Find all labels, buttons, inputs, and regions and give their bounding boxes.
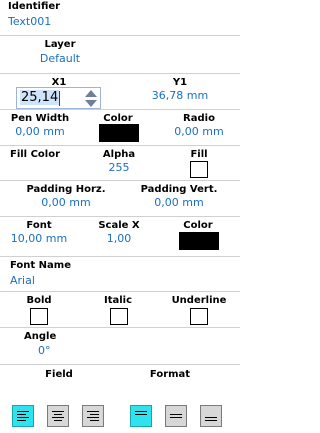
spin-down-icon[interactable] (85, 100, 97, 107)
layer-label: Layer (44, 39, 76, 50)
color-swatch[interactable] (99, 124, 139, 142)
font-name-label: Font Name (10, 260, 71, 271)
position-section (0, 73, 240, 74)
padding-section (0, 180, 240, 181)
align-top-button[interactable] (130, 405, 152, 427)
align-center-button[interactable] (47, 405, 69, 427)
x1-spin-input[interactable]: 25,14 (16, 87, 101, 109)
font-name-section (0, 256, 240, 257)
spin-up-icon[interactable] (85, 90, 97, 97)
font-color-swatch[interactable] (179, 232, 219, 250)
alpha-label: Alpha (102, 149, 136, 160)
padding-horz-value[interactable]: 0,00 mm (41, 196, 90, 209)
identifier-label: Identifier (8, 1, 61, 12)
padding-vert-label: Padding Vert. (140, 184, 218, 195)
style-section (0, 291, 240, 292)
font-label: Font (26, 220, 52, 231)
underline-checkbox[interactable] (190, 308, 208, 325)
fill-color-label: Fill Color (10, 149, 61, 160)
bold-label: Bold (26, 295, 52, 306)
fill-checkbox[interactable] (190, 161, 208, 178)
scale-x-label: Scale X (98, 220, 140, 231)
angle-section (0, 327, 240, 328)
align-middle-button[interactable] (165, 405, 187, 427)
font-size-value[interactable]: 10,00 mm (11, 232, 67, 245)
scale-x-value[interactable]: 1,00 (107, 232, 132, 245)
format-label: Format (149, 369, 191, 380)
underline-label: Underline (171, 295, 227, 306)
angle-value[interactable]: 0° (38, 344, 51, 357)
fill-section (0, 145, 240, 146)
pen-width-label: Pen Width (10, 113, 70, 124)
alpha-value[interactable]: 255 (109, 161, 130, 174)
x1-input-text[interactable]: 25,14 (20, 90, 60, 105)
padding-horz-label: Padding Horz. (26, 184, 106, 195)
pen-section (0, 109, 240, 110)
pen-width-value[interactable]: 0,00 mm (15, 125, 64, 138)
font-color-label: Color (183, 220, 213, 231)
identifier-value[interactable]: Text001 (8, 15, 51, 28)
angle-label: Angle (24, 331, 57, 342)
layer-section (0, 35, 240, 36)
italic-label: Italic (103, 295, 133, 306)
align-section (0, 364, 240, 365)
field-label: Field (45, 369, 73, 380)
font-section (0, 216, 240, 217)
y1-value[interactable]: 36,78 mm (152, 89, 208, 102)
align-left-button[interactable] (12, 405, 34, 427)
color-label: Color (103, 113, 133, 124)
text-caret (59, 91, 60, 106)
radio-value[interactable]: 0,00 mm (174, 125, 223, 138)
fill-label: Fill (190, 149, 208, 160)
layer-value[interactable]: Default (40, 52, 80, 65)
align-right-button[interactable] (82, 405, 104, 427)
align-bottom-button[interactable] (200, 405, 222, 427)
y1-label: Y1 (172, 77, 188, 88)
font-name-value[interactable]: Arial (10, 274, 35, 287)
bold-checkbox[interactable] (30, 308, 48, 325)
italic-checkbox[interactable] (110, 308, 128, 325)
radio-label: Radio (183, 113, 215, 124)
padding-vert-value[interactable]: 0,00 mm (154, 196, 203, 209)
